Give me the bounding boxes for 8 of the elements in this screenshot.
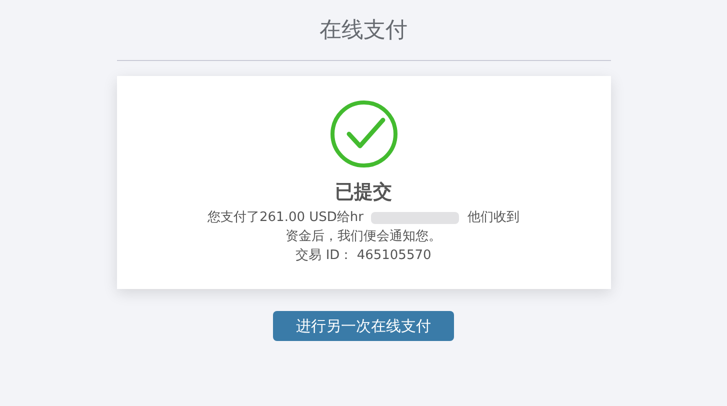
checkmark-icon — [330, 100, 398, 168]
message-text: 资金后，我们便会通知您。 — [286, 228, 442, 246]
transaction-id: 交易 ID： 465105570 — [296, 247, 432, 265]
message-text: 您支付了261.00 USD给hr — [208, 209, 364, 227]
page-title: 在线支付 — [320, 17, 408, 45]
message-text: 他们收到 — [467, 209, 520, 227]
new-payment-button[interactable]: 进行另一次在线支付 — [273, 311, 454, 341]
status-heading: 已提交 — [335, 180, 392, 204]
